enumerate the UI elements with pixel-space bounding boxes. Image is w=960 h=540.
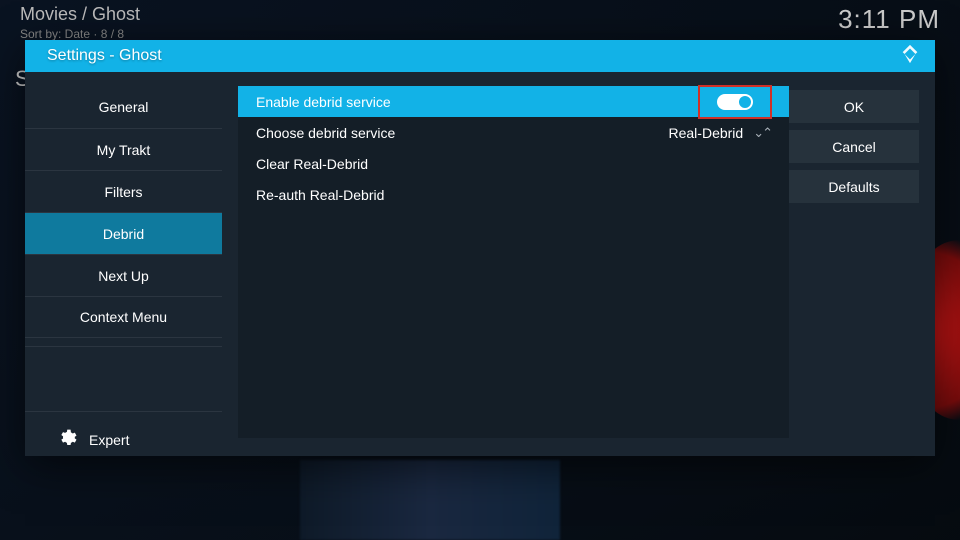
category-item-filters[interactable]: Filters	[25, 170, 222, 212]
settings-column: Enable debrid service Choose debrid servi…	[222, 72, 789, 456]
setting-label: Clear Real-Debrid	[256, 156, 771, 172]
category-column: GeneralMy TraktFiltersDebridNext UpConte…	[25, 72, 222, 456]
toggle-highlight	[699, 86, 771, 118]
chevron-up-down-icon: ⌄⌃	[753, 125, 771, 141]
dialog-title: Settings - Ghost	[47, 47, 162, 65]
toggle-switch[interactable]	[717, 94, 753, 110]
setting-clear[interactable]: Clear Real-Debrid	[238, 148, 789, 179]
setting-label: Choose debrid service	[256, 125, 669, 141]
settings-dialog: Settings - Ghost GeneralMy TraktFiltersD…	[25, 40, 935, 456]
settings-level-label: Expert	[89, 432, 129, 448]
dialog-body: GeneralMy TraktFiltersDebridNext UpConte…	[25, 72, 935, 456]
cancel-button[interactable]: Cancel	[789, 130, 919, 164]
toggle-knob	[739, 96, 751, 108]
clock: 3:11 PM	[838, 4, 940, 35]
gear-icon	[57, 428, 77, 453]
background-strip	[300, 460, 560, 540]
category-item-debrid[interactable]: Debrid	[25, 212, 222, 254]
top-info: Movies / Ghost Sort by: Date · 8 / 8	[20, 4, 140, 41]
kodi-logo-icon	[899, 43, 921, 70]
setting-label: Enable debrid service	[256, 94, 699, 110]
category-list: GeneralMy TraktFiltersDebridNext UpConte…	[25, 86, 222, 338]
category-item-context-menu[interactable]: Context Menu	[25, 296, 222, 338]
breadcrumb: Movies / Ghost	[20, 4, 140, 25]
settings-list: Enable debrid service Choose debrid servi…	[238, 86, 789, 438]
dialog-header: Settings - Ghost	[25, 40, 935, 72]
setting-label: Re-auth Real-Debrid	[256, 187, 771, 203]
setting-reauth[interactable]: Re-auth Real-Debrid	[238, 179, 789, 210]
category-item-my-trakt[interactable]: My Trakt	[25, 128, 222, 170]
setting-enable[interactable]: Enable debrid service	[238, 86, 789, 117]
category-item-general[interactable]: General	[25, 86, 222, 128]
category-item-next-up[interactable]: Next Up	[25, 254, 222, 296]
setting-choose[interactable]: Choose debrid serviceReal-Debrid ⌄⌃	[238, 117, 789, 148]
dialog-buttons-column: OK Cancel Defaults	[789, 72, 935, 456]
defaults-button[interactable]: Defaults	[789, 170, 919, 204]
ok-button[interactable]: OK	[789, 90, 919, 124]
sort-line: Sort by: Date · 8 / 8	[20, 27, 140, 41]
setting-value: Real-Debrid	[669, 125, 744, 141]
settings-level-button[interactable]: Expert	[25, 412, 222, 456]
